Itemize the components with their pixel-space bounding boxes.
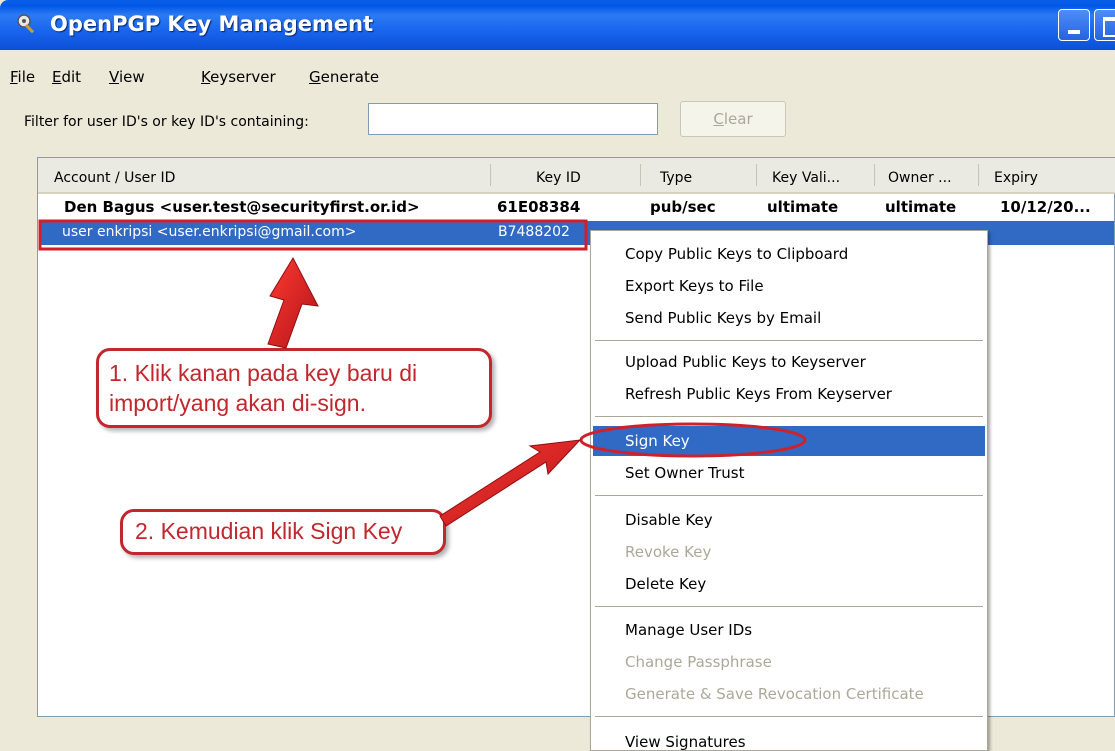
table-row[interactable]: Den Bagus <user.test@securityfirst.or.id… xyxy=(40,195,1114,219)
menu-item-change-passphrase[interactable]: Change Passphrase xyxy=(593,647,985,677)
menu-item-refresh-public-keys[interactable]: Refresh Public Keys From Keyserver xyxy=(593,379,985,409)
menu-item-sign-key[interactable]: Sign Key xyxy=(593,426,985,456)
cell-user-id: Den Bagus <user.test@securityfirst.or.id… xyxy=(64,198,420,216)
menu-separator xyxy=(595,606,983,607)
title-bar[interactable]: OpenPGP Key Management xyxy=(0,0,1115,50)
menu-separator xyxy=(595,495,983,496)
menu-item-delete-key[interactable]: Delete Key xyxy=(593,569,985,599)
maximize-button[interactable] xyxy=(1094,9,1115,41)
cell-owner-trust: ultimate xyxy=(885,198,957,216)
cell-type: pub/sec xyxy=(650,198,716,216)
filter-input[interactable] xyxy=(368,103,658,135)
minimize-icon xyxy=(1068,30,1080,34)
menu-separator xyxy=(595,716,983,717)
key-list-header: Account / User ID Key ID Type Key Vali..… xyxy=(38,158,1115,194)
minimize-button[interactable] xyxy=(1058,9,1090,41)
filter-label: Filter for user ID's or key ID's contain… xyxy=(24,114,309,130)
menu-bar: File Edit View Keyserver Generate xyxy=(0,60,1115,90)
openpgp-key-management-window: OpenPGP Key Management File Edit View Ke… xyxy=(0,0,1115,751)
context-menu: Copy Public Keys to Clipboard Export Key… xyxy=(590,230,988,751)
column-header-type[interactable]: Type xyxy=(660,170,692,186)
column-header-expiry[interactable]: Expiry xyxy=(994,170,1038,186)
column-header-owner-trust[interactable]: Owner ... xyxy=(888,170,952,186)
menu-generate[interactable]: Generate xyxy=(309,68,379,86)
callout-text-line: 1. Klik kanan pada key baru di xyxy=(109,360,418,386)
cell-key-id: B7488202 xyxy=(498,224,570,240)
menu-separator xyxy=(595,416,983,417)
menu-keyserver[interactable]: Keyserver xyxy=(201,68,276,86)
menu-view[interactable]: View xyxy=(109,68,145,86)
menu-item-send-public-keys[interactable]: Send Public Keys by Email xyxy=(593,303,985,333)
clear-button[interactable]: Clear xyxy=(680,101,786,137)
annotation-callout-step-1: 1. Klik kanan pada key baru di import/ya… xyxy=(96,348,492,428)
window-title: OpenPGP Key Management xyxy=(50,12,374,36)
menu-item-export-keys[interactable]: Export Keys to File xyxy=(593,271,985,301)
menu-file[interactable]: File xyxy=(10,68,35,86)
menu-item-generate-revocation-certificate[interactable]: Generate & Save Revocation Certificate xyxy=(593,679,985,709)
column-divider[interactable] xyxy=(874,164,875,186)
menu-item-view-signatures[interactable]: View Signatures xyxy=(593,727,985,751)
maximize-icon xyxy=(1103,17,1115,37)
openpgp-key-icon xyxy=(17,14,35,34)
column-header-key-validity[interactable]: Key Vali... xyxy=(772,170,840,186)
column-header-key-id[interactable]: Key ID xyxy=(536,170,581,186)
menu-item-copy-public-keys[interactable]: Copy Public Keys to Clipboard xyxy=(593,239,985,269)
column-divider[interactable] xyxy=(756,164,757,186)
cell-key-id: 61E08384 xyxy=(497,198,581,216)
column-divider[interactable] xyxy=(640,164,641,186)
menu-item-manage-user-ids[interactable]: Manage User IDs xyxy=(593,615,985,645)
column-divider[interactable] xyxy=(978,164,979,186)
menu-item-revoke-key[interactable]: Revoke Key xyxy=(593,537,985,567)
menu-item-set-owner-trust[interactable]: Set Owner Trust xyxy=(593,458,985,488)
cell-key-validity: ultimate xyxy=(767,198,839,216)
column-header-user-id[interactable]: Account / User ID xyxy=(54,170,175,186)
column-divider[interactable] xyxy=(490,164,491,186)
menu-edit[interactable]: Edit xyxy=(52,68,81,86)
menu-item-upload-public-keys[interactable]: Upload Public Keys to Keyserver xyxy=(593,347,985,377)
annotation-callout-step-2: 2. Kemudian klik Sign Key xyxy=(120,509,446,555)
cell-expiry: 10/12/20... xyxy=(1000,198,1091,216)
menu-separator xyxy=(595,340,983,341)
callout-text-line: import/yang akan di-sign. xyxy=(109,390,366,416)
menu-item-disable-key[interactable]: Disable Key xyxy=(593,505,985,535)
cell-user-id: user enkripsi <user.enkripsi@gmail.com> xyxy=(62,224,357,240)
